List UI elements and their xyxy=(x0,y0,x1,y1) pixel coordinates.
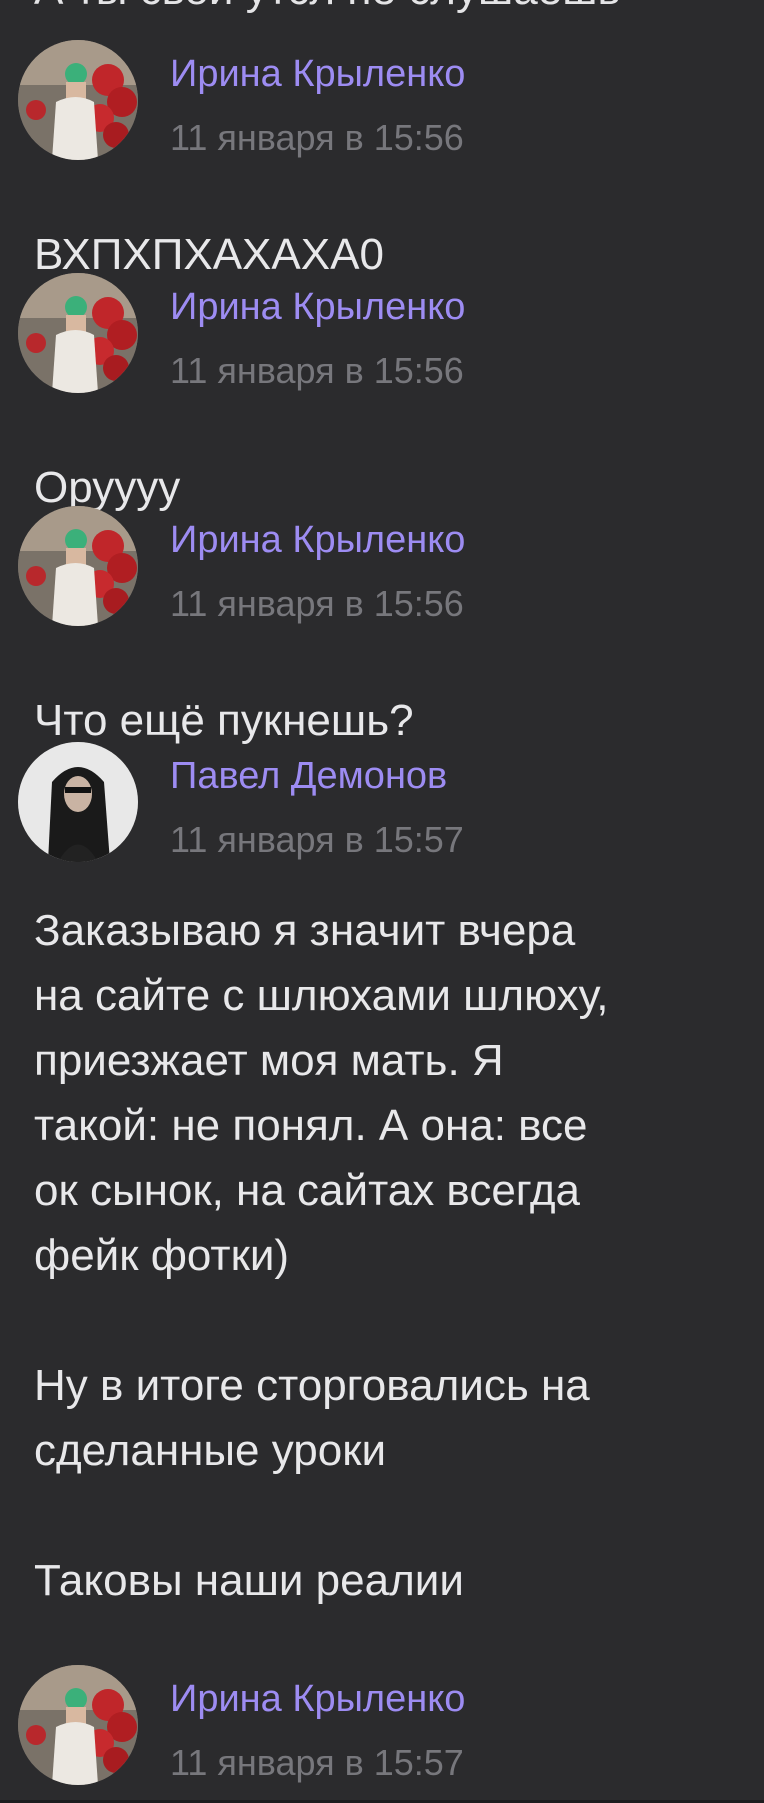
message-header: Ирина Крыленко 11 января в 15:56 xyxy=(0,40,764,164)
message-time: 11 января в 15:57 xyxy=(170,1742,464,1783)
woman-avatar-icon xyxy=(18,40,138,160)
avatar[interactable] xyxy=(18,742,138,862)
message-item: Ирина Крыленко 11 января в 15:56 Что ещё… xyxy=(0,506,764,753)
avatar[interactable] xyxy=(18,506,138,626)
clipped-previous-message: А ты свой утсл не слушаешь xyxy=(0,0,764,14)
message-header: Павел Демонов 11 января в 15:57 xyxy=(0,742,764,866)
author-name[interactable]: Ирина Крыленко xyxy=(170,52,465,96)
message-item: Ирина Крыленко 11 января в 15:56 ВХПХПХА… xyxy=(0,40,764,287)
message-item: Павел Демонов 11 января в 15:57 Заказыва… xyxy=(0,742,764,1613)
author-name[interactable]: Ирина Крыленко xyxy=(170,285,465,329)
man-avatar-icon xyxy=(18,742,138,862)
message-item: Ирина Крыленко 11 января в 15:56 Оруууу xyxy=(0,273,764,520)
message-text: Заказываю я значит вчера на сайте с шлюх… xyxy=(34,906,609,1605)
author-name[interactable]: Ирина Крыленко xyxy=(170,1677,465,1721)
author-name[interactable]: Ирина Крыленко xyxy=(170,518,465,562)
message-header: Ирина Крыленко 11 января в 15:57 xyxy=(0,1665,764,1789)
message-time: 11 января в 15:56 xyxy=(170,117,464,158)
message-time: 11 января в 15:57 xyxy=(170,819,464,860)
avatar[interactable] xyxy=(18,1665,138,1785)
avatar[interactable] xyxy=(18,273,138,393)
message-time: 11 января в 15:56 xyxy=(170,583,464,624)
message-header: Ирина Крыленко 11 января в 15:56 xyxy=(0,273,764,397)
message-header: Ирина Крыленко 11 января в 15:56 xyxy=(0,506,764,630)
avatar[interactable] xyxy=(18,40,138,160)
author-name[interactable]: Павел Демонов xyxy=(170,754,447,798)
woman-avatar-icon xyxy=(18,506,138,626)
message-item: Ирина Крыленко 11 января в 15:57 xyxy=(0,1665,764,1789)
message-time: 11 января в 15:56 xyxy=(170,350,464,391)
woman-avatar-icon xyxy=(18,273,138,393)
woman-avatar-icon xyxy=(18,1665,138,1785)
